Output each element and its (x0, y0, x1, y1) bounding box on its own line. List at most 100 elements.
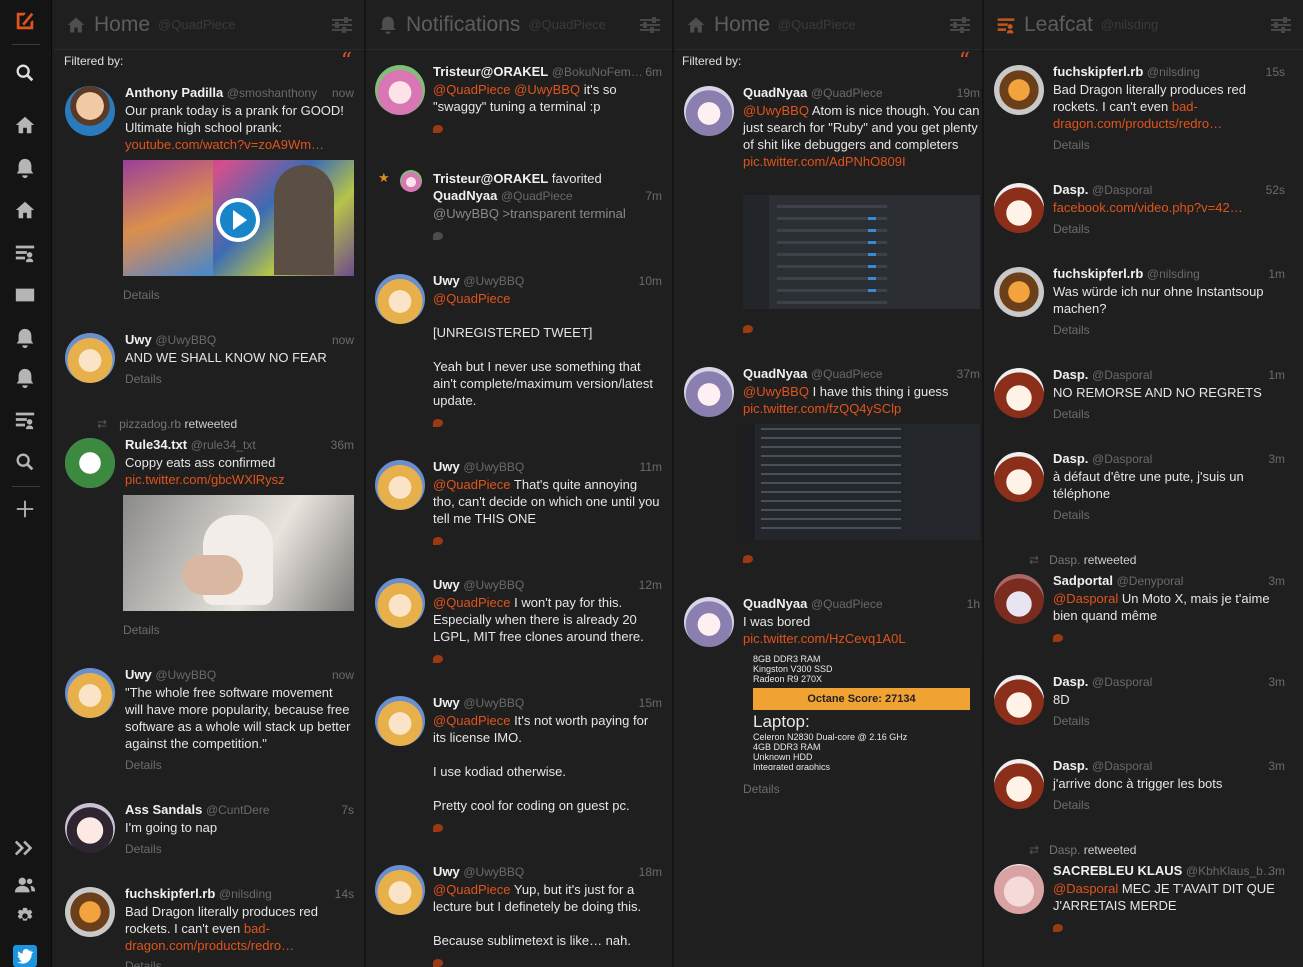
tweet-author[interactable]: Uwy (433, 273, 460, 288)
tweet-handle[interactable]: @QuadPiece (811, 597, 883, 611)
tweet-author[interactable]: Uwy (433, 695, 460, 710)
notifications-icon[interactable] (12, 155, 38, 181)
tweet-image[interactable] (123, 495, 354, 611)
tweet-handle[interactable]: @UwyBBQ (155, 333, 216, 347)
tweet-time[interactable]: 6m (645, 65, 662, 79)
tweet-author[interactable]: QuadNyaa (743, 366, 807, 381)
tweet-time[interactable]: 36m (331, 438, 354, 452)
tweet-details-link[interactable]: Details (123, 622, 160, 638)
tweet-handle[interactable]: @Denyporal (1117, 574, 1184, 588)
retweeter-name[interactable]: Dasp. (1049, 553, 1080, 567)
quote-icon[interactable]: “ (959, 51, 970, 73)
reply-icon[interactable] (433, 228, 662, 243)
tweet-handle[interactable]: @UwyBBQ (463, 274, 524, 288)
mention[interactable]: @QuadPiece (433, 713, 511, 728)
avatar[interactable] (994, 368, 1044, 418)
tweet[interactable]: SACREBLEU KLAUS @KbhKlaus_b… 3m @Daspora… (984, 862, 1303, 935)
tweet[interactable]: Ass Sandals @CuntDere 7s I'm going to na… (54, 801, 364, 857)
avatar[interactable] (65, 86, 115, 136)
expand-icon[interactable] (12, 835, 38, 861)
tweet-author[interactable]: QuadNyaa (743, 596, 807, 611)
avatar[interactable] (994, 675, 1044, 725)
tweet-link[interactable]: youtube.com/watch?v=zoA9Wm… (125, 136, 354, 153)
tweet-author[interactable]: Dasp. (1053, 182, 1088, 197)
tweet[interactable]: Dasp. @Dasporal 52s facebook.com/video.p… (984, 181, 1303, 237)
tweet-author[interactable]: Sadportal (1053, 573, 1113, 588)
mention[interactable]: @QuadPiece (433, 595, 511, 610)
tweet-time[interactable]: 12m (639, 578, 662, 592)
list-icon[interactable] (12, 407, 38, 433)
tweet-author[interactable]: fuchskipferl.rb (1053, 64, 1143, 79)
favorite-notification[interactable]: ★ Tristeur@ORAKEL favorited QuadNyaa @Qu… (366, 170, 672, 243)
tweet-handle[interactable]: @Dasporal (1092, 452, 1152, 466)
tweet-author[interactable]: Dasp. (1053, 367, 1088, 382)
search-icon[interactable] (12, 449, 38, 475)
tweet[interactable]: Uwy @UwyBBQ 18m @QuadPiece Yup, but it's… (366, 863, 672, 967)
tweet-time[interactable]: 10m (639, 274, 662, 288)
avatar[interactable] (994, 183, 1044, 233)
avatar[interactable] (375, 460, 425, 510)
tweet-image[interactable] (743, 424, 980, 540)
play-icon[interactable] (216, 198, 260, 242)
tweet-time[interactable]: 14s (335, 887, 354, 901)
tweet-author[interactable]: Anthony Padilla (125, 85, 223, 100)
reply-icon[interactable] (433, 955, 662, 967)
avatar[interactable] (400, 170, 422, 192)
tweet-details-link[interactable]: Details (1053, 137, 1293, 153)
messages-icon[interactable] (12, 282, 38, 308)
avatar[interactable] (994, 452, 1044, 502)
tweet[interactable]: Tristeur@ORAKEL @BokuNoFem… 6m @QuadPiec… (366, 63, 672, 136)
avatar[interactable] (65, 333, 115, 383)
tweet-time[interactable]: 18m (639, 865, 662, 879)
tweet-handle[interactable]: @UwyBBQ (463, 460, 524, 474)
avatar[interactable] (375, 578, 425, 628)
mention[interactable]: @QuadPiece (433, 477, 511, 492)
tweet-handle[interactable]: @Dasporal (1092, 675, 1152, 689)
tweet-handle[interactable]: @Dasporal (1092, 368, 1152, 382)
tweet[interactable]: Dasp. @Dasporal 3m j'arrive donc à trigg… (984, 757, 1303, 813)
avatar[interactable] (994, 574, 1044, 624)
tweet-author[interactable]: Rule34.txt (125, 437, 187, 452)
tweet[interactable]: fuchskipferl.rb @nilsding 1m Was würde i… (984, 265, 1303, 338)
tweet-link[interactable]: facebook.com/video.php?v=42… (1053, 199, 1293, 216)
tweet-handle[interactable]: @smoshanthony (227, 86, 317, 100)
tweet-details-link[interactable]: Details (1053, 221, 1293, 237)
tweet-author[interactable]: SACREBLEU KLAUS (1053, 863, 1182, 878)
reply-icon[interactable] (433, 533, 662, 548)
tweet-author[interactable]: Uwy (433, 864, 460, 879)
avatar[interactable] (375, 274, 425, 324)
tweet[interactable]: fuchskipferl.rb @nilsding 15s Bad Dragon… (984, 63, 1303, 153)
tweet-time[interactable]: 3m (1268, 574, 1285, 588)
column-options-icon[interactable] (332, 16, 352, 34)
tweet-link[interactable]: pic.twitter.com/gbcWXlRysz (125, 471, 354, 488)
tweet-time[interactable]: 37m (957, 367, 980, 381)
tweet-author[interactable]: Dasp. (1053, 451, 1088, 466)
tweet-time[interactable]: 19m (957, 86, 980, 100)
mention[interactable]: @Dasporal (1053, 591, 1118, 606)
search-icon[interactable] (12, 60, 38, 86)
mention[interactable]: @UwyBBQ (743, 103, 809, 118)
tweet-author[interactable]: Dasp. (1053, 758, 1088, 773)
avatar[interactable] (65, 803, 115, 853)
avatar[interactable] (375, 65, 425, 115)
tweet-handle[interactable]: @QuadPiece (811, 367, 883, 381)
avatar[interactable] (375, 696, 425, 746)
tweet-author[interactable]: fuchskipferl.rb (1053, 266, 1143, 281)
tweet[interactable]: Rule34.txt @rule34_txt 36m Coppy eats as… (54, 436, 364, 488)
quote-icon[interactable]: “ (341, 51, 352, 73)
tweet[interactable]: QuadNyaa @QuadPiece 19m @UwyBBQ Atom is … (674, 84, 982, 170)
tweet-time[interactable]: 3m (1268, 675, 1285, 689)
tweet-details-link[interactable]: Details (123, 287, 160, 303)
tweet-author[interactable]: Uwy (125, 667, 152, 682)
tweet-link[interactable]: pic.twitter.com/fzQQ4ySClp (743, 400, 982, 417)
mention[interactable]: @Dasporal (1053, 881, 1118, 896)
tweet[interactable]: QuadNyaa @QuadPiece 1h I was bored pic.t… (674, 595, 982, 647)
notification-author[interactable]: Tristeur@ORAKEL (433, 171, 548, 186)
tweet-handle[interactable]: @UwyBBQ (463, 696, 524, 710)
tweet-time[interactable]: now (332, 86, 354, 100)
tweet-handle[interactable]: @nilsding (1147, 267, 1200, 281)
tweet-details-link[interactable]: Details (125, 958, 354, 967)
tweet-handle[interactable]: @BokuNoFem… (552, 65, 643, 79)
avatar[interactable] (65, 438, 115, 488)
notifications-icon[interactable] (12, 365, 38, 391)
